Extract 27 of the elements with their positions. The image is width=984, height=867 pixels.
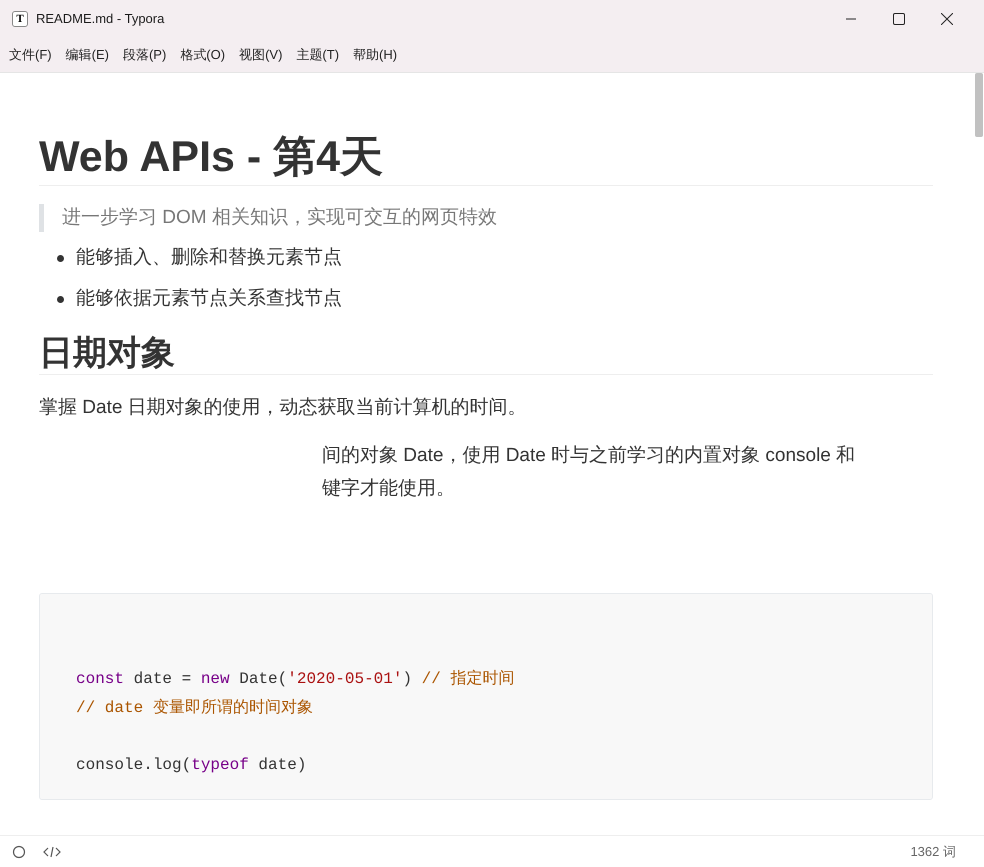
menu-item[interactable]: 文件(F) bbox=[2, 45, 59, 65]
page-heading: Web APIs - 第4天 bbox=[39, 132, 384, 183]
maximize-icon bbox=[893, 13, 905, 25]
paragraph: 间的对象 Date，使用 Date 时与之前学习的内置对象 console 和 键字才能使用。 bbox=[322, 444, 856, 501]
list-item: 能够插入、删除和替换元素节点 bbox=[76, 246, 342, 270]
code-icon[interactable] bbox=[43, 844, 61, 858]
word-count[interactable]: 1362 词 bbox=[910, 842, 956, 862]
bullet-icon bbox=[57, 296, 64, 303]
menu-item[interactable]: 视图(V) bbox=[232, 45, 290, 65]
scrollbar-thumb[interactable] bbox=[975, 73, 983, 137]
circle-icon[interactable] bbox=[12, 844, 26, 858]
menu-item[interactable]: 编辑(E) bbox=[58, 45, 116, 65]
bullet-icon bbox=[57, 255, 64, 262]
paragraph: 掌握 Date 日期对象的使用，动态获取当前计算机的时间。 bbox=[39, 396, 528, 420]
code-line: // date 变量即所谓的时间对象 bbox=[76, 698, 313, 716]
window-title: README.md - Typora bbox=[36, 10, 164, 28]
menu-item[interactable]: 段落(P) bbox=[116, 45, 174, 65]
section-heading: 日期对象 bbox=[39, 333, 176, 374]
menu-item[interactable]: 帮助(H) bbox=[346, 45, 404, 65]
list-item: 能够依据元素节点关系查找节点 bbox=[76, 287, 342, 312]
close-icon bbox=[941, 13, 953, 25]
code-line: const date = new Date('2020-05-01') // 指定时间 bbox=[76, 670, 514, 688]
app-icon: T bbox=[12, 11, 28, 27]
code-line: console.log(typeof date) bbox=[76, 756, 306, 774]
blockquote: 进一步学习 DOM 相关知识，实现可交互的网页特效 bbox=[39, 204, 933, 232]
menu-item[interactable]: 主题(T) bbox=[289, 45, 346, 65]
menu-item[interactable]: 格式(O) bbox=[173, 45, 232, 65]
